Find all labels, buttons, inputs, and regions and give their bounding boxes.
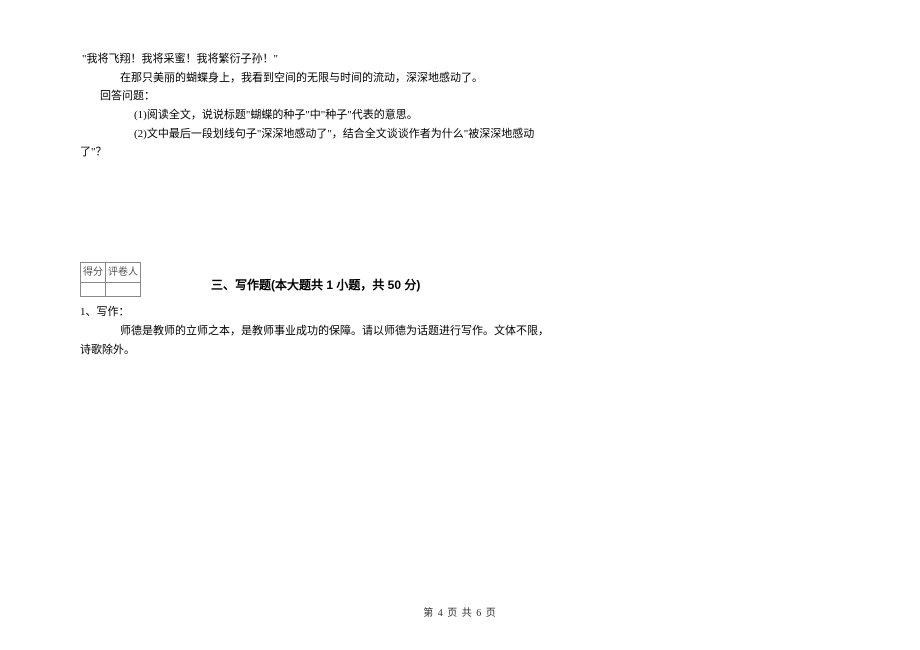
score-reviewer-table: 得分 评卷人: [80, 262, 141, 297]
passage-line-1: 在那只美丽的蝴蝶身上，我看到空间的无限与时间的流动，深深地感动了。: [120, 69, 840, 88]
writing-question-number: 1、写作：: [80, 303, 840, 322]
score-value-cell: [81, 283, 106, 297]
passage-quote: "我将飞翔！我将采蜜！我将繁衍子孙！": [82, 50, 840, 69]
writing-prompt-line-2: 诗歌除外。: [80, 341, 840, 360]
answer-label: 回答问题：: [100, 87, 840, 106]
reviewer-header-cell: 评卷人: [106, 263, 141, 283]
question-1: (1)阅读全文，说说标题"蝴蝶的种子"中"种子"代表的意思。: [134, 106, 840, 125]
score-header-cell: 得分: [81, 263, 106, 283]
question-2-line-2: 了"？: [80, 143, 840, 162]
page-footer: 第 4 页 共 6 页: [0, 605, 920, 622]
question-2-line-1: (2)文中最后一段划线句子"深深地感动了"，结合全文谈谈作者为什么"被深深地感动: [134, 125, 840, 144]
writing-prompt-line-1: 师德是教师的立师之本，是教师事业成功的保障。请以师德为话题进行写作。文体不限，: [120, 322, 840, 341]
reviewer-value-cell: [106, 283, 141, 297]
section-3-title: 三、写作题(本大题共 1 小题，共 50 分): [211, 262, 420, 295]
score-section-row: 得分 评卷人 三、写作题(本大题共 1 小题，共 50 分): [80, 262, 840, 297]
